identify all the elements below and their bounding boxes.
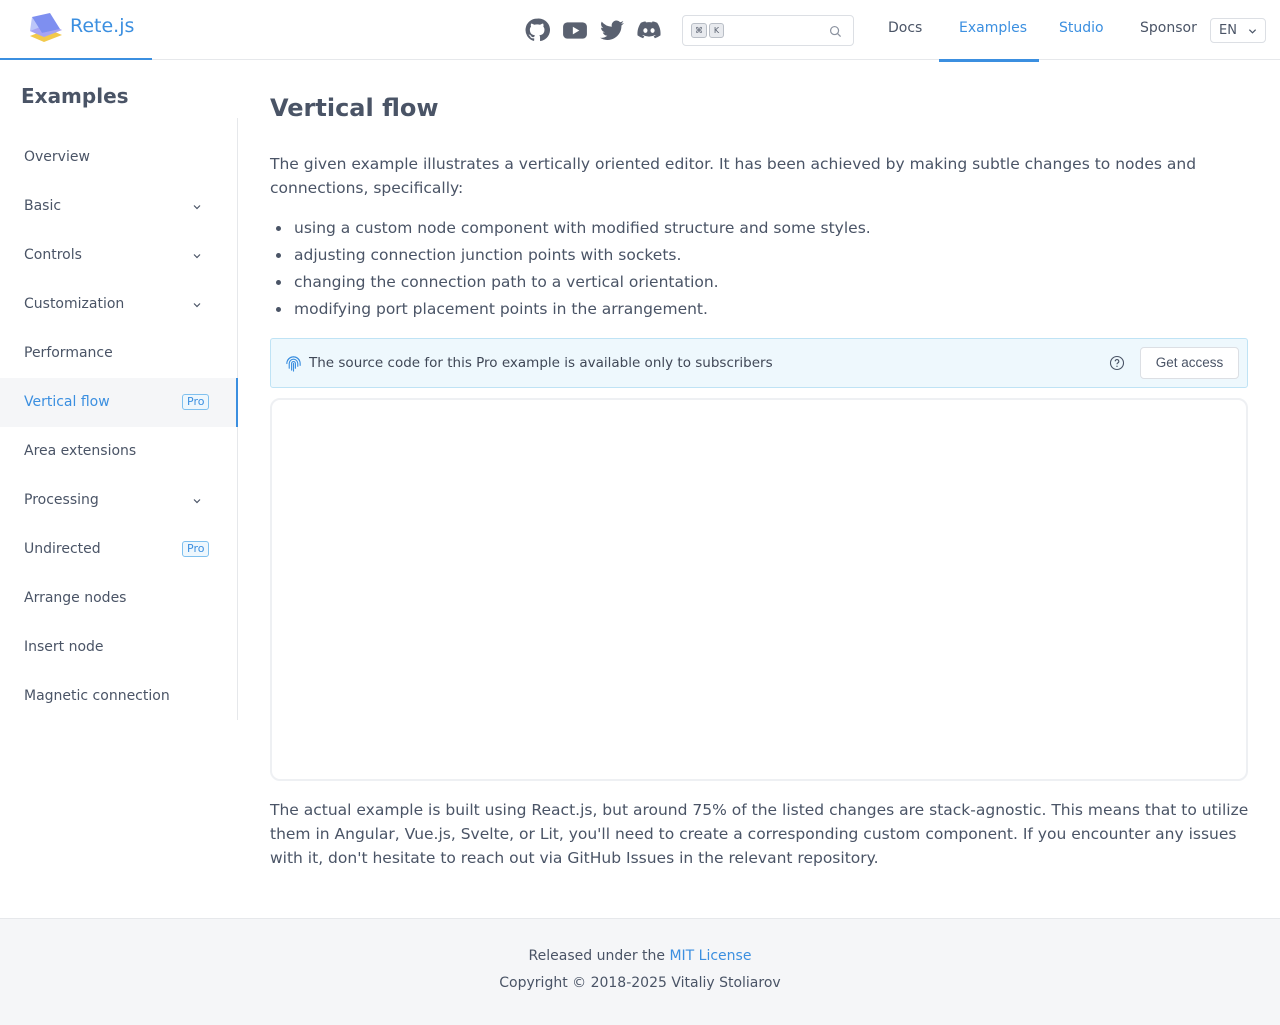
sidebar-item-basic[interactable]: Basic [0,182,237,231]
intro-paragraph: The given example illustrates a vertical… [270,155,1197,197]
sidebar: Overview Basic Controls Customization Pe… [0,118,238,720]
sidebar-item-overview[interactable]: Overview [0,133,237,182]
sidebar-item-vertical-flow[interactable]: Vertical flow Pro [0,378,238,427]
nav-active-indicator [939,59,1039,62]
youtube-icon[interactable] [562,17,588,43]
sidebar-item-label: Vertical flow [24,394,110,410]
footer: Released under the MIT License Copyright… [0,918,1280,1025]
brand-name: Rete.js [70,15,135,37]
pro-notice: The source code for this Pro example is … [270,338,1248,388]
fingerprint-icon [286,356,301,372]
sidebar-item-undirected[interactable]: Undirected Pro [0,525,237,574]
kbd-modifier: ⌘ [691,23,707,38]
sidebar-item-performance[interactable]: Performance [0,329,237,378]
chevron-down-icon [193,254,201,259]
brand-link[interactable]: Rete.js [0,0,152,60]
discord-icon[interactable] [636,17,662,43]
notice-text: The source code for this Pro example is … [309,355,773,371]
sidebar-item-label: Overview [24,149,90,165]
language-select[interactable]: EN [1210,18,1266,43]
sidebar-item-arrange-nodes[interactable]: Arrange nodes [0,574,237,623]
list-item: adjusting connection junction points wit… [276,243,1194,270]
pro-badge: Pro [182,541,210,557]
sidebar-item-processing[interactable]: Processing [0,476,237,525]
mit-license-link[interactable]: MIT License [669,948,751,964]
nav-studio[interactable]: Studio [1059,20,1104,36]
sidebar-item-label: Controls [24,247,82,263]
nav-sponsor[interactable]: Sponsor [1140,20,1197,36]
chevron-down-icon [193,205,201,210]
sidebar-item-label: Magnetic connection [24,688,170,704]
sidebar-title: Examples [21,84,129,108]
list-item: changing the connection path to a vertic… [276,270,1194,297]
changes-list: using a custom node component with modif… [276,216,1194,324]
sidebar-item-customization[interactable]: Customization [0,280,237,329]
sidebar-item-label: Customization [24,296,125,312]
sidebar-item-label: Processing [24,492,99,508]
help-icon[interactable] [1109,355,1125,371]
sidebar-item-label: Undirected [24,541,101,557]
list-item: modifying port placement points in the a… [276,297,1194,324]
sidebar-item-label: Arrange nodes [24,590,127,606]
footer-copyright: Copyright © 2018-2025 Vitaliy Stoliarov [499,975,781,991]
pro-badge: Pro [182,394,210,410]
language-value: EN [1219,23,1237,38]
nav-examples[interactable]: Examples [959,20,1027,36]
search-input[interactable]: ⌘ K [682,15,854,46]
sidebar-item-label: Basic [24,198,62,214]
example-editor-canvas[interactable] [270,398,1248,781]
sidebar-item-magnetic-connection[interactable]: Magnetic connection [0,672,237,721]
chevron-down-icon [193,303,201,308]
sidebar-item-controls[interactable]: Controls [0,231,237,280]
top-navbar: Rete.js ⌘ K Docs Examples Studio Sponsor… [0,0,1280,62]
page-title: Vertical flow [270,94,439,122]
chevron-down-icon [193,499,201,504]
sidebar-item-insert-node[interactable]: Insert node [0,623,237,672]
get-access-button[interactable]: Get access [1140,347,1239,379]
footer-license-line: Released under the MIT License [0,948,1280,964]
sidebar-item-label: Area extensions [24,443,137,459]
nav-docs[interactable]: Docs [888,20,922,36]
kbd-key: K [709,23,724,38]
outro-paragraph: The actual example is built using React.… [270,801,1249,867]
github-icon[interactable] [524,17,550,43]
sidebar-item-area-extensions[interactable]: Area extensions [0,427,237,476]
search-icon [829,25,842,38]
twitter-icon[interactable] [599,17,625,43]
sidebar-item-label: Performance [24,345,113,361]
footer-released-text: Released under the [528,948,665,964]
rete-logo-icon [30,13,62,42]
sidebar-item-label: Insert node [24,639,104,655]
chevron-down-icon [1248,29,1257,34]
list-item: using a custom node component with modif… [276,216,1194,243]
